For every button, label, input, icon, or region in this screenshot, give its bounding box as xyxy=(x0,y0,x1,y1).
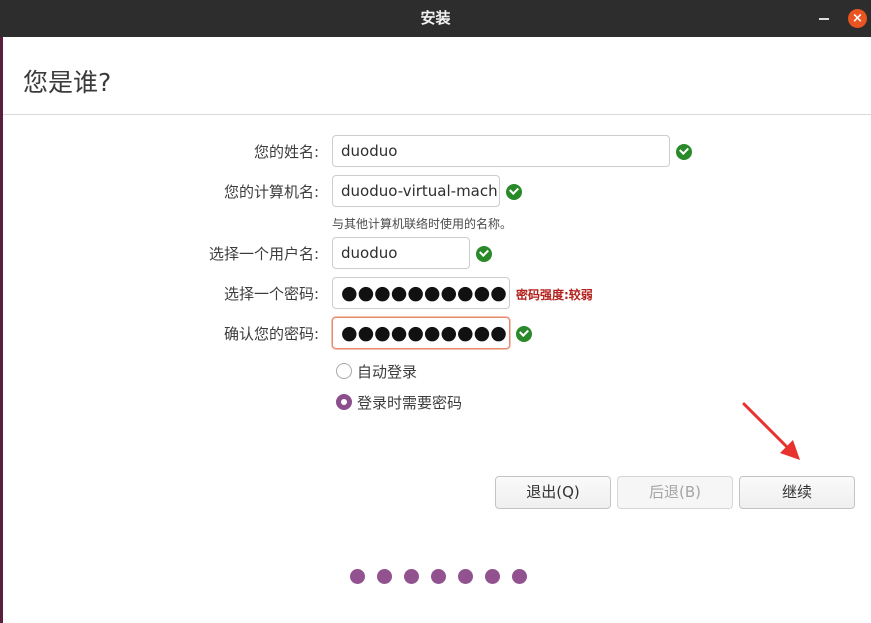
require-password-label: 登录时需要密码 xyxy=(357,394,463,412)
annotation-arrow-icon xyxy=(742,402,800,460)
quit-button[interactable]: 退出(Q) xyxy=(495,476,611,509)
password-label: 选择一个密码: xyxy=(223,285,319,303)
progress-dot xyxy=(404,569,419,584)
header-divider xyxy=(3,114,871,115)
confirm-password-label: 确认您的密码: xyxy=(223,325,319,343)
progress-dot xyxy=(431,569,446,584)
computer-name-valid-icon xyxy=(506,184,522,200)
password-strength: 密码强度:较弱 xyxy=(516,288,593,302)
progress-dot xyxy=(485,569,500,584)
computer-name-field[interactable]: duoduo-virtual-machin xyxy=(332,175,500,207)
progress-dot xyxy=(377,569,392,584)
installer-window: 您是谁? 您的姓名: duoduo 您的计算机名: duoduo-virtual… xyxy=(3,37,871,623)
confirm-password-field[interactable]: ●●●●●●●●●● xyxy=(332,317,510,349)
name-field[interactable]: duoduo xyxy=(332,135,670,167)
page-title: 您是谁? xyxy=(23,68,112,97)
computer-name-label: 您的计算机名: xyxy=(223,183,319,201)
progress-dot xyxy=(350,569,365,584)
computer-name-hint: 与其他计算机联络时使用的名称。 xyxy=(332,217,513,231)
auto-login-label: 自动登录 xyxy=(357,363,418,381)
progress-dot xyxy=(512,569,527,584)
window-title: 安装 xyxy=(420,9,451,27)
require-password-radio[interactable] xyxy=(336,394,352,410)
close-icon[interactable]: × xyxy=(848,9,867,28)
minimize-icon[interactable] xyxy=(819,18,829,20)
progress-dot xyxy=(458,569,473,584)
back-button[interactable]: 后退(B) xyxy=(617,476,733,509)
username-label: 选择一个用户名: xyxy=(208,245,319,263)
name-valid-icon xyxy=(676,144,692,160)
password-field[interactable]: ●●●●●●●●●● xyxy=(332,277,510,309)
title-bar: 安装 × xyxy=(0,0,871,37)
username-field[interactable]: duoduo xyxy=(332,237,470,269)
name-label: 您的姓名: xyxy=(253,143,319,161)
continue-button[interactable]: 继续 xyxy=(739,476,855,509)
confirm-password-valid-icon xyxy=(516,326,532,342)
username-valid-icon xyxy=(476,246,492,262)
auto-login-radio[interactable] xyxy=(336,363,352,379)
